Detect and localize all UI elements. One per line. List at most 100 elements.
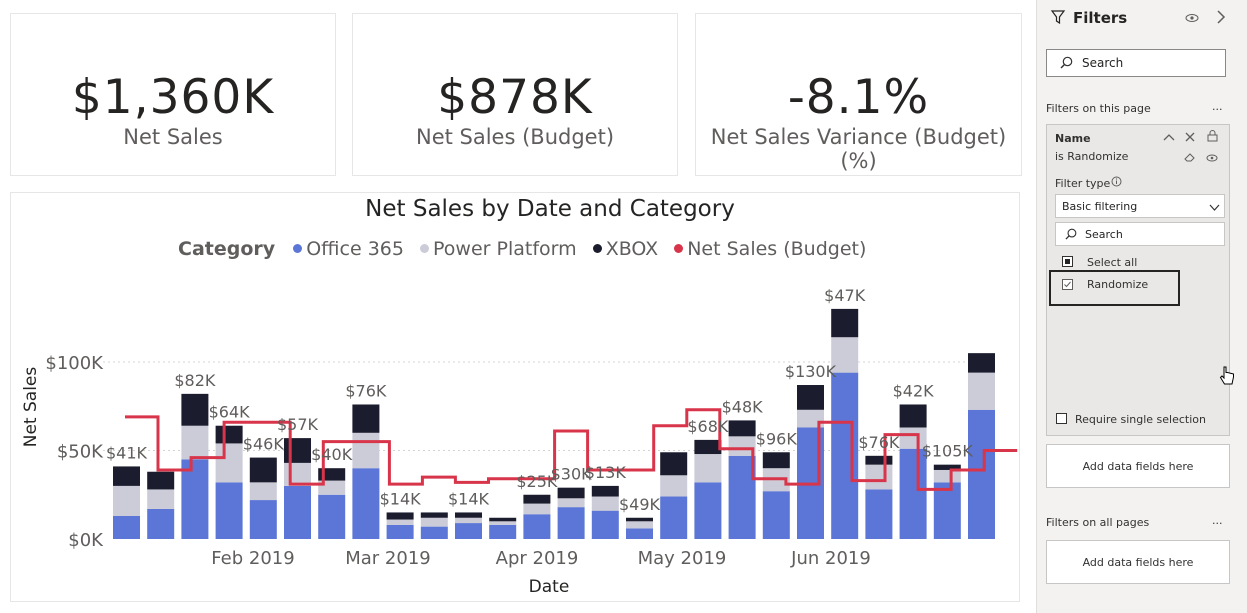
bar-total-label: $41K xyxy=(106,443,148,462)
bar-segment-xbox[interactable] xyxy=(249,457,277,483)
bar-segment-xbox[interactable] xyxy=(523,494,551,504)
bar-segment-power-platform[interactable] xyxy=(489,521,517,525)
bar-segment-office-365[interactable] xyxy=(968,409,995,539)
legend-item-office365[interactable]: Office 365 xyxy=(306,238,404,260)
bar-segment-xbox[interactable] xyxy=(147,471,175,490)
bar-segment-xbox[interactable] xyxy=(660,452,688,476)
bar-segment-office-365[interactable] xyxy=(215,482,243,539)
filter-card-search-input[interactable]: Search xyxy=(1055,222,1225,246)
bar-segment-xbox[interactable] xyxy=(386,512,414,520)
bar-segment-xbox[interactable] xyxy=(797,385,824,410)
bar-segment-power-platform[interactable] xyxy=(352,432,380,469)
close-icon[interactable] xyxy=(1185,131,1195,145)
info-icon[interactable] xyxy=(1111,176,1122,190)
bar-segment-power-platform[interactable] xyxy=(557,498,585,508)
bar-segment-office-365[interactable] xyxy=(352,468,380,539)
bar-segment-power-platform[interactable] xyxy=(455,517,482,524)
bar-segment-office-365[interactable] xyxy=(831,372,859,539)
eraser-icon[interactable] xyxy=(1184,151,1196,165)
bar-segment-power-platform[interactable] xyxy=(420,517,448,527)
bar-segment-xbox[interactable] xyxy=(113,466,140,486)
bar-segment-office-365[interactable] xyxy=(865,489,893,539)
bar-segment-xbox[interactable] xyxy=(694,439,722,455)
bar-segment-xbox[interactable] xyxy=(181,393,209,426)
bar-segment-power-platform[interactable] xyxy=(523,503,551,515)
bar-segment-office-365[interactable] xyxy=(113,515,140,539)
select-all-label[interactable]: Select all xyxy=(1087,256,1137,269)
bar-segment-office-365[interactable] xyxy=(147,508,175,539)
more-options-icon[interactable]: ... xyxy=(1212,514,1223,527)
select-all-checkbox[interactable] xyxy=(1062,256,1073,267)
add-fields-page-dropzone[interactable]: Add data fields here xyxy=(1046,444,1230,488)
bar-segment-power-platform[interactable] xyxy=(386,519,414,525)
bar-segment-xbox[interactable] xyxy=(557,487,585,499)
bar-segment-xbox[interactable] xyxy=(420,512,448,518)
legend-item-power-platform[interactable]: Power Platform xyxy=(433,238,577,260)
bar-segment-xbox[interactable] xyxy=(728,420,756,437)
eye-icon[interactable] xyxy=(1185,12,1199,27)
bar-segment-xbox[interactable] xyxy=(899,404,927,428)
bar-segment-office-365[interactable] xyxy=(455,523,482,539)
bar-segment-xbox[interactable] xyxy=(284,438,311,463)
require-single-label[interactable]: Require single selection xyxy=(1075,413,1206,426)
bar-segment-power-platform[interactable] xyxy=(660,475,688,497)
bar-segment-xbox[interactable] xyxy=(762,452,790,469)
bar-segment-xbox[interactable] xyxy=(865,455,893,465)
bar-segment-xbox[interactable] xyxy=(626,517,653,522)
bar-segment-office-365[interactable] xyxy=(591,510,619,539)
bar-segment-office-365[interactable] xyxy=(284,485,311,539)
bar-segment-office-365[interactable] xyxy=(386,524,414,539)
add-fields-all-pages-dropzone[interactable]: Add data fields here xyxy=(1046,540,1230,584)
kpi-card-net-sales[interactable]: $1,360K Net Sales xyxy=(10,13,336,176)
bar-segment-xbox[interactable] xyxy=(215,425,243,444)
lock-icon[interactable] xyxy=(1207,130,1218,145)
bar-segment-power-platform[interactable] xyxy=(181,425,209,460)
bar-segment-office-365[interactable] xyxy=(694,482,722,539)
bar-total-label: $13K xyxy=(585,463,627,482)
more-options-icon[interactable]: ... xyxy=(1212,100,1223,113)
bar-segment-power-platform[interactable] xyxy=(865,464,893,490)
net-sales-chart[interactable]: $0K $50K $100K $41K $82K $64K $46K$57K $40K $76… xyxy=(10,262,1020,602)
legend-item-budget[interactable]: Net Sales (Budget) xyxy=(687,238,866,260)
bar-segment-power-platform[interactable] xyxy=(626,521,653,529)
bar-total-label: $14K xyxy=(380,489,422,508)
collapse-icon[interactable] xyxy=(1163,131,1175,145)
bar-segment-office-365[interactable] xyxy=(899,448,927,539)
bar-segment-power-platform[interactable] xyxy=(284,462,311,486)
legend-item-xbox[interactable]: XBOX xyxy=(606,238,658,260)
bar-segment-office-365[interactable] xyxy=(318,494,346,539)
filters-search-input[interactable]: Search xyxy=(1046,49,1226,77)
bar-segment-power-platform[interactable] xyxy=(215,443,243,483)
kpi-card-net-sales-budget[interactable]: $878K Net Sales (Budget) xyxy=(352,13,678,176)
require-single-checkbox[interactable] xyxy=(1056,413,1067,424)
bar-segment-office-365[interactable] xyxy=(249,500,277,539)
bar-segment-power-platform[interactable] xyxy=(249,482,277,501)
bar-segment-xbox[interactable] xyxy=(968,353,995,373)
bar-segment-office-365[interactable] xyxy=(420,526,448,539)
bar-segment-xbox[interactable] xyxy=(591,485,619,497)
bar-segment-xbox[interactable] xyxy=(352,404,380,433)
bar-segment-office-365[interactable] xyxy=(557,507,585,539)
bar-segment-xbox[interactable] xyxy=(455,512,482,518)
bar-segment-power-platform[interactable] xyxy=(591,496,619,511)
bar-segment-office-365[interactable] xyxy=(523,514,551,539)
bar-segment-office-365[interactable] xyxy=(762,491,790,539)
bar-segment-xbox[interactable] xyxy=(489,517,517,522)
bar-segment-power-platform[interactable] xyxy=(694,454,722,483)
bar-segment-power-platform[interactable] xyxy=(147,489,175,509)
randomize-label[interactable]: Randomize xyxy=(1087,278,1148,291)
bar-segment-office-365[interactable] xyxy=(489,524,517,539)
bar-segment-power-platform[interactable] xyxy=(968,372,995,410)
filters-on-this-page-heading: Filters on this page xyxy=(1046,102,1151,115)
bar-segment-office-365[interactable] xyxy=(660,496,688,539)
kpi-card-variance[interactable]: -8.1% Net Sales Variance (Budget) (%) xyxy=(695,13,1022,176)
bar-segment-power-platform[interactable] xyxy=(933,469,961,483)
randomize-checkbox[interactable] xyxy=(1062,279,1073,290)
bar-segment-power-platform[interactable] xyxy=(113,485,140,516)
bar-segment-office-365[interactable] xyxy=(626,528,653,539)
legend-dot-budget xyxy=(674,244,684,253)
bar-segment-xbox[interactable] xyxy=(831,308,859,338)
chevron-right-icon[interactable] xyxy=(1216,10,1226,27)
eye-icon[interactable] xyxy=(1206,152,1218,166)
filter-type-dropdown[interactable]: Basic filtering xyxy=(1055,194,1225,218)
